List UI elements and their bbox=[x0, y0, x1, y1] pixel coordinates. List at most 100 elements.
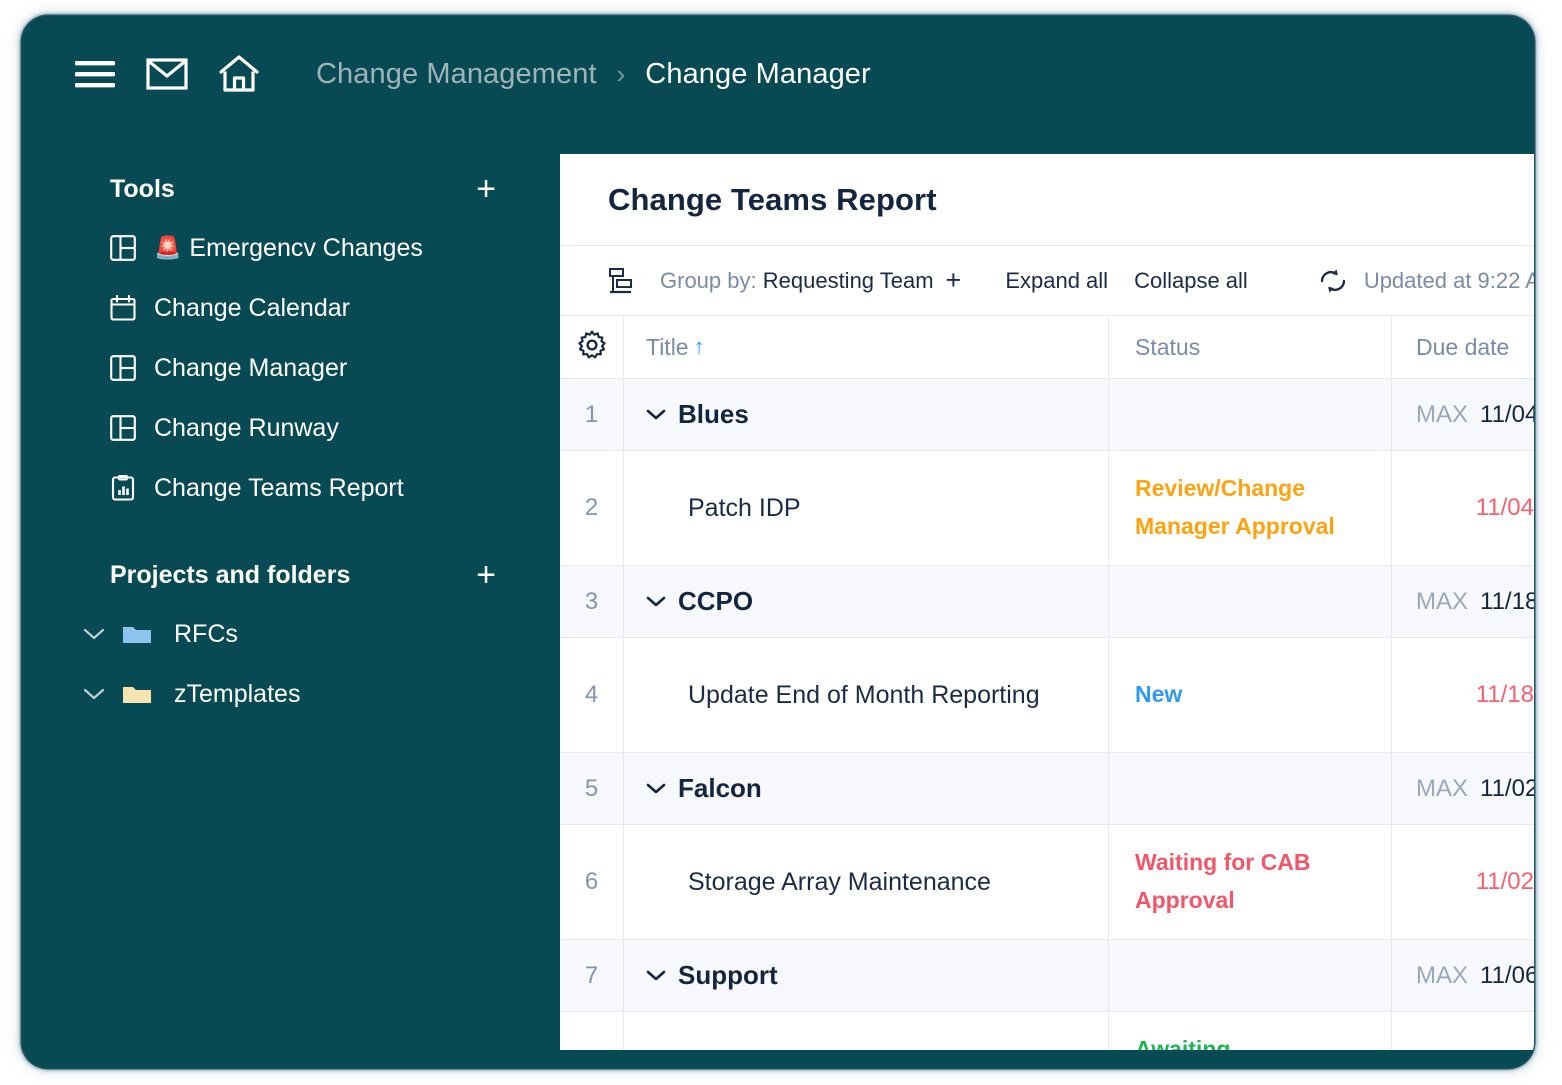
due-date-value: 11/06 bbox=[1480, 961, 1534, 989]
chevron-down-icon[interactable] bbox=[646, 408, 666, 421]
envelope-icon[interactable] bbox=[146, 53, 188, 95]
status-cell[interactable]: Awaiting Implementation bbox=[1108, 1012, 1391, 1050]
add-tool-button[interactable]: + bbox=[472, 172, 500, 206]
title-cell[interactable]: Support bbox=[623, 940, 1108, 1011]
breadcrumb-parent[interactable]: Change Management bbox=[316, 58, 597, 91]
table-group-row[interactable]: 7 Support MAX 11/06 bbox=[560, 940, 1534, 1012]
due-date-cell[interactable]: 11/06 bbox=[1391, 1012, 1534, 1050]
row-number: 5 bbox=[584, 774, 599, 802]
sidebar-section-projects: Projects and folders + bbox=[22, 546, 540, 604]
status-badge[interactable]: Awaiting Implementation bbox=[1135, 1031, 1365, 1050]
column-header-due-date[interactable]: Due date bbox=[1391, 316, 1534, 378]
row-number: 4 bbox=[584, 681, 599, 708]
column-header-due-date-label: Due date bbox=[1416, 333, 1510, 360]
status-badge[interactable]: Waiting for CAB Approval bbox=[1135, 844, 1365, 920]
row-number-cell: 4 bbox=[560, 638, 623, 752]
change-teams-table: Title ↑ Status Due date 1 Blues MAX 11/04 2 Pa… bbox=[560, 316, 1534, 1050]
group-title-label: Falcon bbox=[678, 773, 762, 803]
add-group-button[interactable]: + bbox=[946, 267, 962, 294]
chevron-down-icon[interactable] bbox=[646, 969, 666, 982]
sidebar-item-change-manager[interactable]: Change Manager bbox=[22, 338, 540, 398]
title-cell[interactable]: Patch IDP bbox=[623, 451, 1108, 565]
column-header-status[interactable]: Status bbox=[1108, 316, 1391, 378]
item-title[interactable]: Update End of Month Reporting bbox=[646, 681, 1040, 710]
sidebar-item-change-runway[interactable]: Change Runway bbox=[22, 398, 540, 458]
main-panel: Change Teams Report Group by: Requesting… bbox=[560, 154, 1534, 1050]
due-date-cell[interactable]: MAX 11/18 bbox=[1391, 566, 1534, 637]
due-date-cell[interactable]: 11/18 bbox=[1391, 638, 1534, 752]
chevron-down-icon[interactable] bbox=[646, 595, 666, 608]
refresh-icon[interactable] bbox=[1318, 268, 1348, 294]
status-cell[interactable] bbox=[1108, 940, 1391, 1011]
status-cell[interactable]: Review/Change Manager Approval bbox=[1108, 451, 1391, 565]
group-by-icon[interactable] bbox=[608, 267, 634, 295]
item-title[interactable]: Storage Array Maintenance bbox=[646, 868, 991, 897]
add-project-button[interactable]: + bbox=[472, 558, 500, 592]
due-date-cell[interactable]: 11/02 bbox=[1391, 825, 1534, 939]
table-settings-cell[interactable] bbox=[560, 316, 623, 378]
due-date-cell[interactable]: MAX 11/02 bbox=[1391, 753, 1534, 824]
expand-all-button[interactable]: Expand all bbox=[1005, 268, 1108, 294]
status-cell[interactable]: Waiting for CAB Approval bbox=[1108, 825, 1391, 939]
status-cell[interactable] bbox=[1108, 379, 1391, 450]
table-body: 1 Blues MAX 11/04 2 Patch IDP Review/Change Ma… bbox=[560, 379, 1534, 1050]
home-icon[interactable] bbox=[218, 53, 260, 95]
gear-icon[interactable] bbox=[577, 330, 607, 365]
screenshot-root: Change Management › Change Manager Tools… bbox=[0, 0, 1562, 1085]
title-cell[interactable]: Blues bbox=[623, 379, 1108, 450]
clipboard-chart-icon bbox=[110, 475, 136, 501]
table-row[interactable]: 8Patch IDPService Downtime for US Awaitin… bbox=[560, 1012, 1534, 1050]
due-date-value: 11/18 bbox=[1480, 587, 1534, 615]
row-number: 6 bbox=[584, 868, 599, 895]
item-title[interactable]: Patch IDP bbox=[646, 494, 801, 523]
sidebar-folder-rfcs[interactable]: RFCs bbox=[22, 604, 540, 664]
hamburger-menu-icon[interactable] bbox=[74, 53, 116, 95]
sidebar-folder-ztemplates[interactable]: zTemplates bbox=[22, 664, 540, 724]
due-date-cell[interactable]: MAX 11/04 bbox=[1391, 379, 1534, 450]
due-date-cell[interactable]: MAX 11/06 bbox=[1391, 940, 1534, 1011]
due-date-value[interactable]: 11/02 bbox=[1476, 868, 1534, 896]
column-header-title[interactable]: Title ↑ bbox=[623, 316, 1108, 378]
status-cell[interactable] bbox=[1108, 566, 1391, 637]
board-table-icon bbox=[110, 355, 136, 381]
chevron-down-icon[interactable] bbox=[646, 782, 666, 795]
due-date-cell[interactable]: 11/04 bbox=[1391, 451, 1534, 565]
row-number: 3 bbox=[584, 587, 599, 615]
table-row[interactable]: 4 Update End of Month Reporting New 11/18 bbox=[560, 638, 1534, 753]
sidebar-item-change-calendar[interactable]: Change Calendar bbox=[22, 278, 540, 338]
title-cell[interactable]: Patch IDPService Downtime for US bbox=[623, 1012, 1108, 1050]
table-row[interactable]: 2 Patch IDP Review/Change Manager Approval… bbox=[560, 451, 1534, 566]
page-title: Change Teams Report bbox=[608, 181, 937, 217]
title-cell[interactable]: Update End of Month Reporting bbox=[623, 638, 1108, 752]
title-cell[interactable]: Storage Array Maintenance bbox=[623, 825, 1108, 939]
chevron-down-icon[interactable] bbox=[82, 627, 106, 641]
due-date-value[interactable]: 11/18 bbox=[1476, 681, 1534, 709]
due-date-aggregate-label: MAX bbox=[1416, 587, 1469, 615]
breadcrumb-current[interactable]: Change Manager bbox=[645, 58, 871, 91]
status-badge[interactable]: New bbox=[1135, 676, 1182, 714]
group-by-control[interactable]: Group by: Requesting Team bbox=[660, 268, 934, 294]
table-group-row[interactable]: 3 CCPO MAX 11/18 bbox=[560, 566, 1534, 638]
due-date-value[interactable]: 11/04 bbox=[1476, 494, 1534, 522]
sidebar-item-change-teams-report[interactable]: Change Teams Report bbox=[22, 458, 540, 518]
status-badge[interactable]: Review/Change Manager Approval bbox=[1135, 470, 1365, 546]
table-row[interactable]: 6 Storage Array Maintenance Waiting for CA… bbox=[560, 825, 1534, 940]
group-title: Falcon bbox=[646, 773, 762, 804]
table-group-row[interactable]: 1 Blues MAX 11/04 bbox=[560, 379, 1534, 451]
title-cell[interactable]: Falcon bbox=[623, 753, 1108, 824]
status-cell[interactable] bbox=[1108, 753, 1391, 824]
group-title-label: Blues bbox=[678, 399, 749, 429]
table-group-row[interactable]: 5 Falcon MAX 11/02 bbox=[560, 753, 1534, 825]
sort-ascending-icon[interactable]: ↑ bbox=[694, 334, 705, 360]
sidebar-item-emergency-changes[interactable]: 🚨 Emergencv Changes bbox=[22, 218, 540, 278]
collapse-all-button[interactable]: Collapse all bbox=[1134, 268, 1248, 294]
breadcrumb: Change Management › Change Manager bbox=[316, 58, 871, 91]
group-title-label: CCPO bbox=[678, 586, 754, 616]
table-header-row: Title ↑ Status Due date bbox=[560, 316, 1534, 379]
status-cell[interactable]: New bbox=[1108, 638, 1391, 752]
title-cell[interactable]: CCPO bbox=[623, 566, 1108, 637]
sidebar-item-label: Change Manager bbox=[154, 353, 348, 382]
sidebar-section-title-tools: Tools bbox=[110, 174, 175, 203]
updated-timestamp[interactable]: Updated at 9:22 A bbox=[1364, 268, 1534, 294]
chevron-down-icon[interactable] bbox=[82, 687, 106, 701]
